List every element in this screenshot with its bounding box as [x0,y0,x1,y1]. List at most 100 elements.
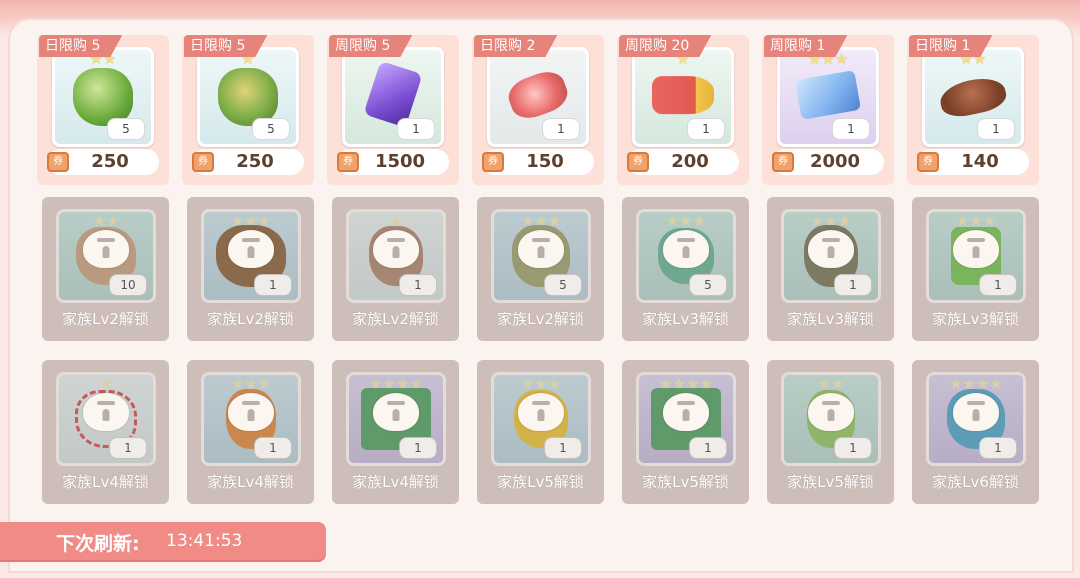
lock-icon [83,392,129,431]
item-quantity: 5 [544,274,582,296]
locked-item-card[interactable]: ★★★ 1 家族Lv2解锁 [187,197,314,341]
unlock-requirement: 家族Lv4解锁 [62,473,149,491]
item-quantity: 1 [399,274,437,296]
item-quantity: 1 [542,118,580,140]
locked-item-card[interactable]: ★★★ 1 家族Lv3解锁 [912,197,1039,341]
coupon-currency-icon: 券 [482,152,504,172]
unlock-requirement: 家族Lv3解锁 [787,310,874,328]
item-quantity: 5 [252,118,290,140]
shop-item-card[interactable]: ★ 5 日限购 5 券 250 [182,35,314,185]
item-quantity: 1 [254,274,292,296]
locked-item-card[interactable]: ★★★★ 1 家族Lv4解锁 [332,360,459,504]
price-button[interactable]: 券 250 [47,149,159,175]
lock-icon [663,229,709,268]
locked-item-card[interactable]: ★★★ 1 家族Lv3解锁 [767,197,894,341]
unlock-requirement: 家族Lv2解锁 [497,310,584,328]
locked-item-card[interactable]: ★★ 10 家族Lv2解锁 [42,197,169,341]
lock-icon [373,229,419,268]
item-frame: ★★★ 1 [781,209,881,303]
coupon-currency-icon: 券 [47,152,69,172]
lock-icon [518,392,564,431]
item-frame: ★ 5 [197,47,299,147]
item-quantity: 1 [979,437,1017,459]
item-price: 140 [961,151,999,172]
item-price: 1500 [374,151,426,172]
locked-item-card[interactable]: ★ 1 家族Lv2解锁 [332,197,459,341]
unlock-requirement: 家族Lv6解锁 [932,473,1019,491]
item-frame: ★★★★ 1 [926,372,1026,466]
lock-icon [518,229,564,268]
item-price: 2000 [809,151,861,172]
item-frame: ★★ 1 [922,47,1024,147]
meat-icon [503,66,573,124]
shop-item-card[interactable]: ★★★ 1 周限购 1 券 2000 [762,35,894,185]
locked-item-card[interactable]: ★★★ 5 家族Lv3解锁 [622,197,749,341]
purchase-limit-tag: 日限购 5 [39,35,122,57]
lock-icon [808,229,854,268]
locked-item-card[interactable]: ★★★ 1 家族Lv4解锁 [187,360,314,504]
item-frame: ★★★ 1 [777,47,879,147]
megaphone-icon [652,76,714,115]
item-quantity: 1 [687,118,725,140]
locked-item-card[interactable]: ★★★★ 1 家族Lv5解锁 [622,360,749,504]
price-button[interactable]: 券 140 [917,149,1029,175]
unlock-requirement: 家族Lv2解锁 [352,310,439,328]
item-frame: ★★ 5 [52,47,154,147]
coupon-currency-icon: 券 [772,152,794,172]
item-frame: ★★★ 1 [201,372,301,466]
item-frame: ★★★ 1 [201,209,301,303]
lock-icon [228,392,274,431]
item-frame: 1 [487,47,589,147]
item-price: 200 [671,151,709,172]
locked-item-card[interactable]: ★ 1 家族Lv4解锁 [42,360,169,504]
shop-item-card[interactable]: ★ 1 周限购 20 券 200 [617,35,749,185]
refresh-timer-bar: 下次刷新: 13:41:53 [0,522,326,560]
locked-item-card[interactable]: ★★★★ 1 家族Lv6解锁 [912,360,1039,504]
locked-item-card[interactable]: ★★ 1 家族Lv5解锁 [767,360,894,504]
purchase-limit-tag: 日限购 2 [474,35,557,57]
shop-grid: ★★ 5 日限购 5 券 250 ★ 5 日限购 5 券 250 1 周限购 5… [0,0,1080,578]
shop-item-card[interactable]: 1 周限购 5 券 1500 [327,35,459,185]
locked-item-card[interactable]: ★★★ 5 家族Lv2解锁 [477,197,604,341]
coupon-currency-icon: 券 [337,152,359,172]
coupon-currency-icon: 券 [917,152,939,172]
item-price: 250 [91,151,129,172]
lock-icon [663,392,709,431]
item-quantity: 1 [544,437,582,459]
price-button[interactable]: 券 2000 [772,149,884,175]
shop-item-card[interactable]: ★★ 1 日限购 1 券 140 [907,35,1039,185]
price-button[interactable]: 券 200 [627,149,739,175]
item-frame: 1 [342,47,444,147]
item-quantity: 1 [834,437,872,459]
shop-item-card[interactable]: ★★ 5 日限购 5 券 250 [37,35,169,185]
purchase-limit-tag: 周限购 20 [619,35,711,57]
item-quantity: 1 [109,437,147,459]
item-quantity: 1 [834,274,872,296]
lock-icon [808,392,854,431]
refresh-label: 下次刷新: [56,533,140,555]
purchase-limit-tag: 日限购 5 [184,35,267,57]
ticket-plus10-icon [794,70,862,120]
item-quantity: 1 [399,437,437,459]
item-quantity: 1 [977,118,1015,140]
price-button[interactable]: 券 150 [482,149,594,175]
unlock-requirement: 家族Lv3解锁 [932,310,1019,328]
unlock-requirement: 家族Lv2解锁 [62,310,149,328]
purchase-limit-tag: 周限购 5 [329,35,412,57]
item-frame: ★★★ 5 [636,209,736,303]
shop-item-card[interactable]: 1 日限购 2 券 150 [472,35,604,185]
unlock-requirement: 家族Lv2解锁 [207,310,294,328]
lock-icon [83,229,129,268]
item-frame: ★ 1 [632,47,734,147]
item-frame: ★★★★ 1 [636,372,736,466]
unlock-requirement: 家族Lv4解锁 [352,473,439,491]
item-frame: ★ 1 [346,209,446,303]
item-quantity: 1 [254,437,292,459]
price-button[interactable]: 券 1500 [337,149,449,175]
item-quantity: 10 [109,274,147,296]
locked-item-card[interactable]: ★★★ 1 家族Lv5解锁 [477,360,604,504]
refresh-countdown: 13:41:53 [166,531,243,551]
purchase-limit-tag: 周限购 1 [764,35,847,57]
price-button[interactable]: 券 250 [192,149,304,175]
lock-icon [953,229,999,268]
